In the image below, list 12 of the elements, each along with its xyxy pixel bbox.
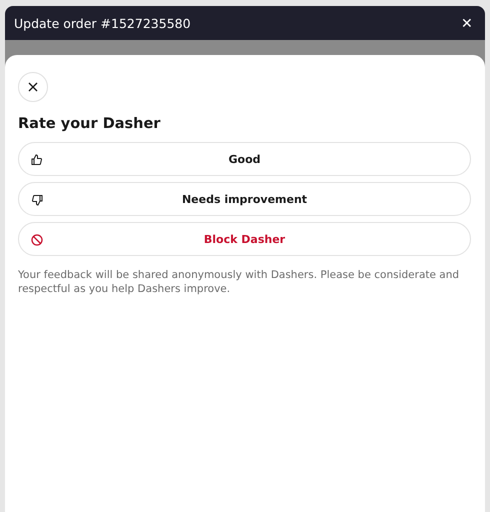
rating-option[interactable]: Needs improvement [18, 182, 471, 216]
close-button[interactable]: ✕ [461, 15, 473, 31]
close-icon [28, 82, 38, 92]
window-title: Update order #1527235580 [14, 16, 191, 30]
feedback-note: Your feedback will be shared anonymously with Dashers. Please be considerate and respectful as you help Dashers improve. [18, 268, 460, 296]
block-icon [31, 234, 43, 246]
thumbs-up-icon [31, 154, 43, 166]
sheet-title: Rate your Dasher [18, 116, 162, 132]
rating-option[interactable]: Block Dasher [18, 222, 471, 256]
thumbs-down-icon [31, 194, 43, 206]
rating-option[interactable]: Good [18, 142, 471, 176]
close-button[interactable] [18, 72, 48, 102]
